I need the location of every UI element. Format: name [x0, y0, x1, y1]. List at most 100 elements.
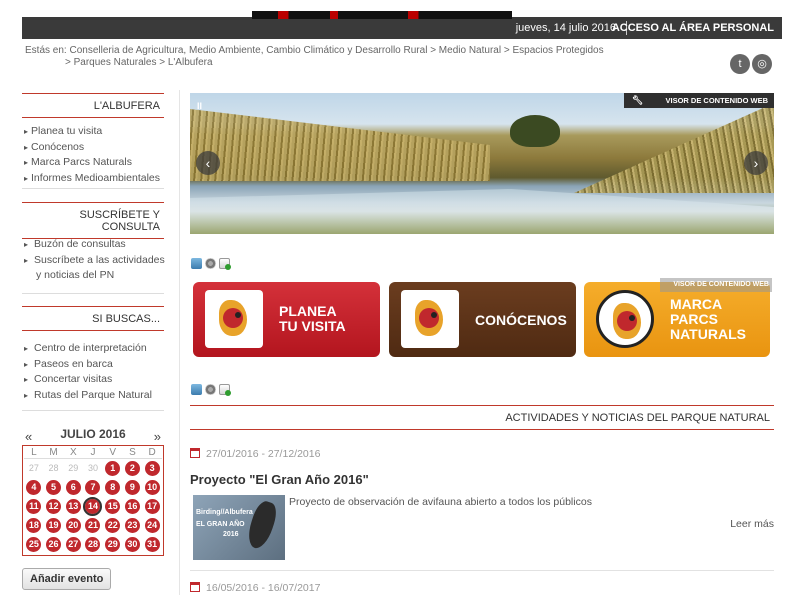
- weekday-label: M: [43, 447, 64, 459]
- thumb-text: EL GRAN AÑO: [196, 521, 245, 528]
- calendar-header: « JULIO 2016 »: [22, 425, 164, 445]
- image-slideshow[interactable]: II ‹ › 🔧︎ VISOR DE CONTENIDO WEB: [190, 93, 774, 234]
- calendar-day[interactable]: 16: [123, 497, 143, 516]
- pause-icon[interactable]: II: [197, 101, 202, 111]
- slide-tree: [510, 115, 560, 147]
- plan-visit-button[interactable]: PLANEA TU VISITA: [193, 282, 380, 357]
- web-content-viewer-tab[interactable]: 🔧︎ VISOR DE CONTENIDO WEB: [624, 93, 774, 108]
- news-title[interactable]: Proyecto "El Gran Año 2016": [190, 472, 369, 487]
- calendar-day[interactable]: 28: [83, 535, 103, 554]
- sidebar-item-planea[interactable]: Planea tu visita: [24, 124, 169, 140]
- visor-label: VISOR DE CONTENIDO WEB: [665, 96, 768, 105]
- calendar-day[interactable]: 24: [142, 516, 162, 535]
- sidebar-item-rutas[interactable]: Rutas del Parque Natural: [24, 388, 169, 404]
- calendar-day[interactable]: 1: [103, 459, 123, 478]
- sidebar-item-paseos[interactable]: Paseos en barca: [24, 357, 169, 373]
- gear-icon[interactable]: [205, 384, 216, 395]
- calendar-day-prev-month: 30: [87, 463, 98, 473]
- weekday-label: X: [63, 447, 84, 459]
- calendar-day[interactable]: 6: [63, 478, 83, 497]
- calendar-day[interactable]: 3: [142, 459, 162, 478]
- sidebar-item-marca[interactable]: Marca Parcs Naturals: [24, 155, 169, 171]
- edit-icon[interactable]: [191, 258, 202, 269]
- know-us-button[interactable]: CONÓCENOS: [389, 282, 576, 357]
- social-links: t ◎: [730, 54, 774, 76]
- slide-next-icon[interactable]: ›: [744, 151, 768, 175]
- calendar-day[interactable]: 20: [63, 516, 83, 535]
- brand-parks-label: MARCA PARCS NATURALS: [670, 296, 746, 342]
- sidebar-item-centro[interactable]: Centro de interpretación: [24, 341, 169, 357]
- twitter-icon[interactable]: t: [730, 54, 750, 74]
- calendar-day[interactable]: 17: [142, 497, 162, 516]
- calendar-day[interactable]: 11: [24, 497, 44, 516]
- sidebar-divider: [22, 410, 164, 411]
- portlet-tools: [191, 258, 231, 270]
- calendar-day[interactable]: 27: [63, 535, 83, 554]
- calendar-next-month[interactable]: »: [154, 429, 161, 444]
- calendar-day[interactable]: 18: [24, 516, 44, 535]
- read-more-link[interactable]: Leer más: [730, 518, 774, 530]
- news-date: 16/05/2016 - 16/07/2017: [190, 582, 320, 594]
- breadcrumb-path-1[interactable]: Conselleria de Agricultura, Medio Ambien…: [69, 45, 603, 56]
- column-separator: [179, 90, 180, 595]
- instagram-icon[interactable]: ◎: [752, 54, 772, 74]
- news-heading: ACTIVIDADES Y NOTICIAS DEL PARQUE NATURA…: [190, 405, 774, 430]
- sidebar-list-albufera: Planea tu visita Conócenos Marca Parcs N…: [24, 124, 169, 186]
- calendar-day[interactable]: 9: [123, 478, 143, 497]
- web-content-viewer-tab[interactable]: VISOR DE CONTENIDO WEB: [660, 278, 772, 292]
- weekday-label: L: [24, 447, 44, 459]
- portlet-tools: [191, 384, 231, 396]
- news-thumbnail[interactable]: Birding//Albufera EL GRAN AÑO 2016: [193, 495, 285, 560]
- edit-icon[interactable]: [191, 384, 202, 395]
- bird-image: [244, 498, 280, 552]
- sidebar-item-informes[interactable]: Informes Medioambientales: [24, 171, 169, 187]
- header-logo-strip: [252, 11, 512, 19]
- calendar-day[interactable]: 13: [63, 497, 83, 516]
- calendar-day[interactable]: 12: [44, 497, 64, 516]
- calendar-day[interactable]: 10: [142, 478, 162, 497]
- calendar-icon: [190, 448, 200, 458]
- news-date: 27/01/2016 - 27/12/2016: [190, 448, 320, 460]
- calendar-day[interactable]: 26: [44, 535, 64, 554]
- sidebar-heading-sibuscas: SI BUSCAS...: [22, 306, 164, 331]
- calendar-day[interactable]: 4: [24, 478, 44, 497]
- calendar-day[interactable]: 30: [123, 535, 143, 554]
- slide-prev-icon[interactable]: ‹: [196, 151, 220, 175]
- add-icon[interactable]: [219, 258, 231, 270]
- weekday-label: S: [122, 447, 143, 459]
- add-icon[interactable]: [219, 384, 231, 396]
- breadcrumb: Estás en: Conselleria de Agricultura, Me…: [25, 45, 665, 69]
- breadcrumb-path-2[interactable]: > Parques Naturales > L'Albufera: [25, 57, 665, 69]
- breadcrumb-prefix: Estás en:: [25, 45, 67, 56]
- calendar-day[interactable]: 8: [103, 478, 123, 497]
- calendar-day[interactable]: 21: [83, 516, 103, 535]
- thumb-text: 2016: [223, 531, 239, 538]
- calendar-day-prev-month: 29: [68, 463, 79, 473]
- gear-icon[interactable]: [205, 258, 216, 269]
- sidebar-item-concertar[interactable]: Concertar visitas: [24, 372, 169, 388]
- calendar-day[interactable]: 23: [123, 516, 143, 535]
- calendar-day-today[interactable]: 14: [83, 497, 103, 516]
- calendar-day[interactable]: 7: [83, 478, 103, 497]
- personal-area-link[interactable]: ACCESO AL ÁREA PERSONAL: [612, 22, 774, 34]
- calendar-day[interactable]: 15: [103, 497, 123, 516]
- weekday-label: J: [83, 447, 103, 459]
- wrench-icon: 🔧︎: [632, 95, 644, 105]
- calendar-day[interactable]: 22: [103, 516, 123, 535]
- calendar-day[interactable]: 29: [103, 535, 123, 554]
- sidebar-item-suscribete[interactable]: Suscríbete a las actividades y noticias …: [24, 253, 169, 283]
- sidebar-item-buzon[interactable]: Buzón de consultas: [24, 237, 169, 253]
- add-event-button[interactable]: Añadir evento: [22, 568, 112, 590]
- calendar-day-prev-month: 28: [48, 463, 59, 473]
- calendar-day[interactable]: 31: [142, 535, 162, 554]
- calendar-day[interactable]: 5: [44, 478, 64, 497]
- sidebar-item-conocenos[interactable]: Conócenos: [24, 140, 169, 156]
- current-date: jueves, 14 julio 2016: [515, 22, 616, 34]
- calendar-day[interactable]: 25: [24, 535, 44, 554]
- calendar-grid: L M X J V S D 27 28 29 30 1 2 3 4 5 6 7 8 9 10 11 12 13 14 15 16 17…: [22, 445, 164, 556]
- calendar-day[interactable]: 2: [123, 459, 143, 478]
- calendar-day[interactable]: 19: [44, 516, 64, 535]
- bird-logo-icon: [596, 290, 654, 348]
- brand-parks-button[interactable]: MARCA PARCS NATURALS: [584, 282, 770, 357]
- sidebar-heading-albufera: L'ALBUFERA: [22, 93, 164, 118]
